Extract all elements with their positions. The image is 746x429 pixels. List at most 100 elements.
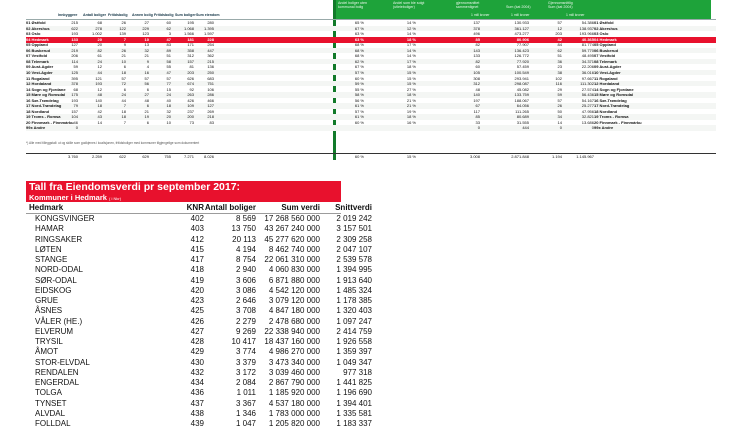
cell-snitt: 1 183 337 xyxy=(336,419,372,428)
cell-sum: 4 847 180 000 xyxy=(268,306,320,316)
cell-name: ALVDAL xyxy=(35,408,66,418)
cell-antall: 2 279 xyxy=(235,316,256,326)
cell-sum: 1 205 820 000 xyxy=(268,419,320,428)
cell-snitt: 3 157 501 xyxy=(336,224,372,234)
cell-knr: 403 xyxy=(190,224,204,234)
cell-knr: 428 xyxy=(190,337,204,346)
summary-spreadsheet: Andel boliger uten kommunal bolig Andel … xyxy=(26,0,716,166)
sum-value: 755 xyxy=(164,154,171,159)
cell-snitt: 2 539 578 xyxy=(336,255,372,264)
cell-name: RENDALEN xyxy=(35,367,79,377)
table-row: KONGSVINGER 402 8 569 17 268 560 000 2 019 2… xyxy=(26,214,372,224)
sum-value: 3.760 xyxy=(67,154,78,159)
cell-name: ENGERDAL xyxy=(35,378,80,387)
cell-antall: 3 086 xyxy=(235,285,256,295)
sum-value: 8.026 xyxy=(203,154,214,159)
table-row: STANGE 417 8 754 22 061 310 000 2 539 578 xyxy=(26,255,372,265)
cell-sum: 45 277 620 000 xyxy=(264,234,320,244)
column-header: Sum boliger xyxy=(175,13,196,17)
header-text: sammenlignet xyxy=(456,5,479,9)
table-row: VÅLER (HE.) 426 2 279 2 478 680 000 1 097 24… xyxy=(26,316,372,327)
column-header: Fritidsbolig xyxy=(108,13,128,17)
header-hedmark: Hedmark xyxy=(29,203,64,212)
sum-value: 15 % xyxy=(406,154,416,159)
column-header: Annen bolig xyxy=(132,13,153,17)
header-antall: Antall boliger xyxy=(204,203,256,212)
cell-knr: 432 xyxy=(190,367,204,377)
header-text: Sum (kat 2004) xyxy=(506,5,531,9)
cell-snitt: 1 394 401 xyxy=(336,398,372,408)
cell-sum: 4 537 180 000 xyxy=(268,398,320,408)
table-row: STOR-ELVDAL 430 3 379 3 473 340 000 1 049 34… xyxy=(26,357,372,368)
cell-antall: 2 646 xyxy=(235,296,256,305)
cell-knr: 436 xyxy=(190,388,204,398)
hedmark-value-table: Tall fra Eiendomsverdi pr september 2017… xyxy=(26,181,372,429)
header-unit: 1 mill kroner xyxy=(566,13,585,17)
cell-name: SØR-ODAL xyxy=(35,275,77,285)
table-row: NORD-ODAL 418 2 940 4 060 830 000 1 394 995 xyxy=(26,265,372,275)
cell-antall: 1 011 xyxy=(236,388,256,398)
table-row: SØR-ODAL 419 3 606 6 871 880 000 1 913 640 xyxy=(26,275,372,286)
cell-antall: 20 113 xyxy=(232,234,256,244)
cell-snitt: 1 049 347 xyxy=(336,357,372,367)
column-header: Sum eiendom xyxy=(196,13,220,17)
cell-snitt: 2 047 107 xyxy=(336,244,372,254)
cell-snitt: 1 913 640 xyxy=(336,275,372,285)
cell-antall: 1 346 xyxy=(235,408,256,418)
cell-name: GRUE xyxy=(35,296,59,305)
cell-antall: 1 047 xyxy=(235,419,256,428)
table-row: RINGSAKER 412 20 113 45 277 620 000 2 309 25… xyxy=(26,234,372,245)
cell-sum: 3 473 340 000 xyxy=(268,357,320,367)
cell-value: 0 xyxy=(591,125,594,131)
cell-antall: 3 367 xyxy=(235,398,256,408)
cell-knr: 430 xyxy=(190,357,204,367)
cell-name: FOLLDAL xyxy=(35,419,71,428)
cell-knr: 412 xyxy=(190,234,204,244)
cell-name: ÅSNES xyxy=(35,306,63,316)
cell-sum: 43 267 240 000 xyxy=(264,224,320,234)
sum-value: 2.259 xyxy=(91,154,102,159)
cell-antall: 13 750 xyxy=(231,224,256,234)
column-header: Antall boliger xyxy=(83,13,106,17)
header-text: (utleieboliger) xyxy=(393,5,415,9)
cell-knr: 418 xyxy=(190,265,204,275)
sum-value: 60 % xyxy=(354,154,364,159)
cell-sum: 1 185 920 000 xyxy=(268,388,320,398)
cell-snitt: 1 394 995 xyxy=(336,265,372,275)
cell-name: TOLGA xyxy=(35,388,62,398)
cell-value: 0 xyxy=(559,125,562,131)
cell-snitt: 1 485 324 xyxy=(336,285,372,295)
cell-snitt: 977 318 xyxy=(343,367,372,377)
table-header-row: Hedmark KNR Antall boliger Sum verdi Sni… xyxy=(26,202,372,214)
cell-knr: 420 xyxy=(190,285,204,295)
cell-sum: 4 060 830 000 xyxy=(268,265,320,275)
cell-knr: 438 xyxy=(190,408,204,418)
cell-name: NORD-ODAL xyxy=(35,265,84,275)
sum-row: 3.760 2.259 622 629 755 7.271 8.026 60 % 15 % 3.0… xyxy=(26,153,716,160)
table-row: HAMAR 403 13 750 43 267 240 000 3 157 501 xyxy=(26,224,372,234)
cell-antall: 8 569 xyxy=(235,214,256,223)
cell-sum: 1 783 000 000 xyxy=(268,408,320,418)
cell-snitt: 1 196 690 xyxy=(336,388,372,398)
header-snitt: Snittverdi xyxy=(335,203,372,212)
header-unit: 1 mill kroner xyxy=(511,13,530,17)
cell-name: HAMAR xyxy=(35,224,64,234)
cell-antall: 3 774 xyxy=(235,347,256,357)
cell-name: LØTEN xyxy=(35,244,62,254)
cell-knr: 437 xyxy=(190,398,204,408)
table-row: ALVDAL 438 1 346 1 783 000 000 1 335 581 xyxy=(26,408,372,419)
column-header: Fritidsbolig xyxy=(154,13,174,17)
sum-value: 629 xyxy=(142,154,149,159)
table-row: ÅSNES 425 3 708 4 847 180 000 1 320 403 xyxy=(26,306,372,316)
table-row: ENGERDAL 434 2 084 2 867 790 000 1 441 825 xyxy=(26,378,372,388)
cell-name: STANGE xyxy=(35,255,68,264)
cell-knr: 427 xyxy=(190,326,204,336)
cell-snitt: 1 441 825 xyxy=(336,378,372,387)
cell-name: ÅMOT xyxy=(35,347,59,357)
table-row: 99x Andre 0 0 444 0 0 99x Andre xyxy=(26,125,716,131)
cell-name: TRYSIL xyxy=(35,337,63,346)
cell-knr: 439 xyxy=(190,419,204,428)
sum-value: 7.271 xyxy=(183,154,194,159)
table-row: FOLLDAL 439 1 047 1 205 820 000 1 183 337 xyxy=(26,419,372,429)
cell-sum: 4 986 270 000 xyxy=(268,347,320,357)
